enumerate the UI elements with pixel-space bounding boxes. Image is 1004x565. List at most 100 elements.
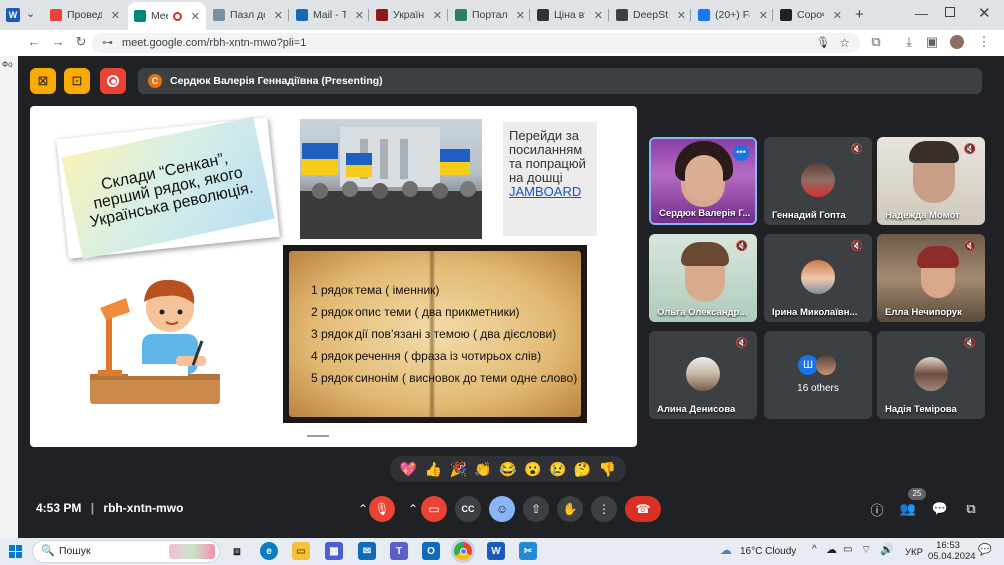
more-options-icon[interactable]: •••	[733, 145, 749, 161]
participant-tile-4[interactable]: 🔇 Ольга Олександр...	[649, 234, 757, 322]
reaction-thumbs-up[interactable]: 👍	[425, 461, 442, 478]
participant-tile-6[interactable]: 🔇 Елла Нечипорук	[877, 234, 985, 322]
tab-close-icon[interactable]: ✕	[111, 9, 120, 22]
tab-close-icon[interactable]: ✕	[833, 9, 842, 22]
tab-close-icon[interactable]: ✕	[516, 9, 525, 22]
back-icon[interactable]: ←	[26, 34, 42, 49]
network-icon[interactable]: ⌔	[861, 543, 871, 557]
reaction-sparkling-heart[interactable]: 💖	[400, 461, 417, 478]
chat-icon[interactable]: 💬	[929, 498, 951, 520]
reaction-surprised[interactable]: 😮	[524, 461, 541, 478]
tab-4[interactable]: Mail - Те ✕	[290, 4, 370, 26]
participant-tile-1[interactable]: ••• Сердюк Валерія Г...	[649, 137, 757, 225]
raise-hand-button[interactable]: ✋	[557, 496, 583, 522]
browser-menu-icon[interactable]: ⋮	[976, 34, 992, 50]
address-bar[interactable]: ⊶ meet.google.com/rbh-xntn-mwo?pli=1 🎙 ☆	[92, 33, 860, 53]
present-screen-button[interactable]: ⇧	[523, 496, 549, 522]
tab-8[interactable]: DeepStat ✕	[610, 4, 692, 26]
tab-7[interactable]: Ціна втеч ✕	[531, 4, 609, 26]
weather-text[interactable]: 16°C Cloudy	[740, 546, 796, 557]
window-maximize-icon[interactable]	[945, 7, 955, 17]
onedrive-icon[interactable]: ☁	[826, 543, 837, 556]
download-icon[interactable]: ⤓	[901, 34, 917, 50]
site-info-icon[interactable]: ⊶	[102, 33, 113, 53]
tab-close-icon[interactable]: ✕	[594, 9, 603, 22]
forward-icon[interactable]: →	[50, 34, 66, 49]
emoji-reactions-button[interactable]: ☺	[489, 496, 515, 522]
window-minimize-icon[interactable]: —	[915, 6, 928, 21]
taskbar-clock[interactable]: 16:53 05.04.2024	[928, 540, 976, 562]
stop-presenting-button[interactable]: ⊠	[30, 68, 56, 94]
outlook-icon[interactable]: O	[422, 542, 440, 560]
people-icon[interactable]: 👥	[897, 498, 919, 520]
reaction-thinking[interactable]: 🤔	[574, 461, 591, 478]
voice-search-icon[interactable]: 🎙	[816, 33, 830, 53]
extensions-icon[interactable]: ⧉	[868, 34, 884, 50]
task-view-icon[interactable]: ⧈	[228, 542, 246, 560]
participant-hair-6	[917, 246, 959, 268]
reaction-clapping[interactable]: 👏	[474, 461, 491, 478]
show-hidden-icons[interactable]: ^	[812, 544, 817, 555]
instruction-note-text: Перейди за посиланням та попрацюй на дош…	[509, 128, 586, 185]
reaction-thumbs-down[interactable]: 👎	[599, 461, 616, 478]
tab-3[interactable]: Пазл до ✕	[207, 4, 289, 26]
reactions-bar: 💖 👍 🎉 👏 😂 😮 😢 🤔 👎	[390, 456, 626, 482]
reaction-crying[interactable]: 😢	[549, 461, 566, 478]
volume-icon[interactable]: 🔊	[880, 543, 894, 556]
reaction-joy[interactable]: 😂	[499, 461, 516, 478]
word-icon[interactable]: W	[487, 542, 505, 560]
chrome-icon[interactable]	[454, 542, 472, 560]
participant-tile-5[interactable]: 🔇 Ірина Миколаївн...	[764, 234, 872, 322]
senkan-row-4: 4 рядок речення ( фраза із чотирьох слів)	[311, 349, 542, 363]
window-close-icon[interactable]: ✕	[978, 4, 991, 22]
file-explorer-icon[interactable]: ▭	[292, 542, 310, 560]
participant-tile-7[interactable]: 🔇 Алина Денисова	[649, 331, 757, 419]
tab-close-icon[interactable]: ✕	[191, 10, 200, 23]
participant-tile-9[interactable]: 🔇 Надія Темірова	[877, 331, 985, 419]
camera-toggle-button[interactable]: ▭	[421, 496, 447, 522]
tab-10[interactable]: Сорочки ✕	[774, 4, 848, 26]
teams-icon[interactable]: T	[390, 542, 408, 560]
microphone-toggle-button[interactable]: 🎙	[369, 496, 395, 522]
tab-1[interactable]: Проведе ✕	[44, 4, 126, 26]
bookmark-star-icon[interactable]: ☆	[839, 33, 850, 53]
tab-9[interactable]: (20+) Fac ✕	[692, 4, 774, 26]
mail-icon[interactable]: ✉	[358, 542, 376, 560]
tab-close-icon[interactable]: ✕	[433, 9, 442, 22]
new-tab-button[interactable]: +	[855, 6, 864, 23]
captions-button[interactable]: CC	[455, 496, 481, 522]
notifications-icon[interactable]: 💬	[978, 543, 992, 556]
participant-tile-others[interactable]: Ш 16 others	[764, 331, 872, 419]
leave-call-button[interactable]: ☎	[625, 496, 661, 522]
tab-close-icon[interactable]: ✕	[355, 9, 364, 22]
jamboard-link[interactable]: JAMBOARD	[509, 185, 591, 199]
reaction-party-popper[interactable]: 🎉	[449, 461, 466, 478]
tab-close-icon[interactable]: ✕	[759, 9, 768, 22]
record-icon	[107, 75, 119, 87]
language-indicator[interactable]: УКР	[905, 547, 923, 558]
participant-tile-2[interactable]: 🔇 Геннадий Гопта	[764, 137, 872, 225]
recording-button[interactable]	[100, 68, 126, 94]
tab-6[interactable]: Портал ✕	[449, 4, 531, 26]
windows-start-icon[interactable]	[9, 545, 22, 558]
side-panel-icon[interactable]: ▣	[924, 34, 940, 50]
edge-icon[interactable]: e	[260, 542, 278, 560]
tab-close-icon[interactable]: ✕	[677, 9, 686, 22]
present-layout-button[interactable]: ⊡	[64, 68, 90, 94]
tab-search-icon[interactable]: ⌄	[26, 7, 35, 20]
microsoft-store-icon[interactable]: ▦	[325, 542, 343, 560]
battery-icon[interactable]: ▭	[843, 544, 852, 555]
taskbar-search[interactable]: 🔍 Пошук	[32, 540, 220, 563]
snipping-tool-icon[interactable]: ✂	[519, 542, 537, 560]
tab-close-icon[interactable]: ✕	[274, 9, 283, 22]
tab-2[interactable]: Meet ✕	[128, 2, 206, 30]
participant-tile-3[interactable]: 🔇 Надежда Момот	[877, 137, 985, 225]
camera-options-chevron[interactable]: ⌃	[404, 496, 422, 522]
reload-icon[interactable]: ↻	[73, 34, 89, 50]
tab-5[interactable]: Українсь ✕	[370, 4, 448, 26]
profile-avatar[interactable]	[950, 35, 964, 49]
meeting-details-icon[interactable]: ⓘ	[866, 498, 888, 520]
activities-icon[interactable]: ⧉	[960, 498, 982, 520]
more-options-button[interactable]: ⋮	[591, 496, 617, 522]
others-count: 16 others	[797, 383, 839, 394]
